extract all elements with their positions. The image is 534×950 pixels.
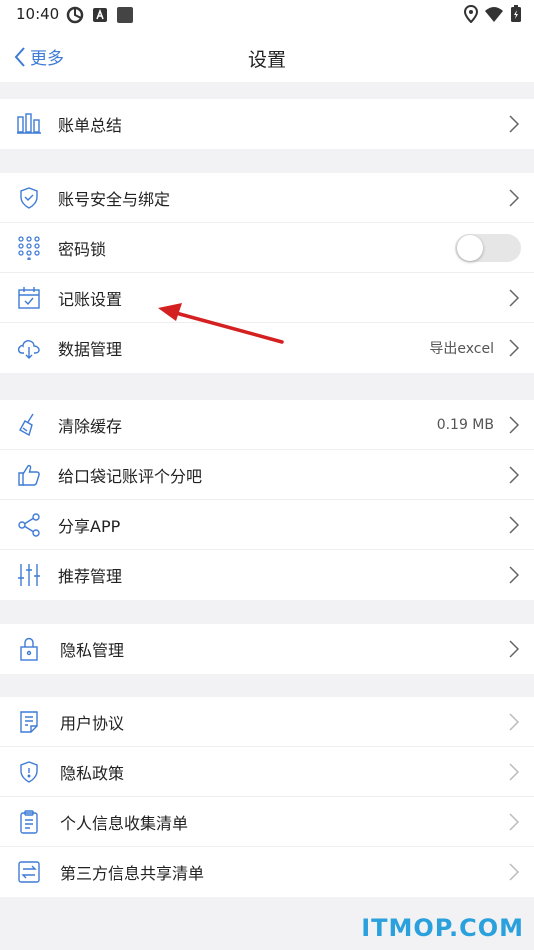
row-password-lock: 密码锁 [0,223,534,273]
chevron-right-icon [509,188,520,207]
keypad-icon [18,235,40,260]
status-time: 10:40 [16,5,60,23]
row-personal-info-list[interactable]: 个人信息收集清单 [0,797,534,847]
clipboard-icon [20,809,38,834]
chevron-right-icon [509,712,520,731]
settings-group-1: 账单总结 [0,99,534,149]
exchange-icon [18,861,40,883]
chevron-right-icon [509,115,520,133]
settings-group-4: 隐私管理 [0,624,534,674]
row-label: 用户协议 [60,713,125,733]
chevron-right-icon [509,515,520,534]
status-bar: 10:40 [0,0,534,30]
settings-group-3: 清除缓存 0.19 MB 给口袋记账评个分吧 分享APP 推荐管理 [0,400,534,600]
share-icon [18,512,40,537]
row-label: 分享APP [58,516,121,536]
document-icon [20,710,38,733]
row-value: 0.19 MB [436,416,494,433]
row-privacy-management[interactable]: 隐私管理 [0,624,534,674]
broom-icon [19,413,34,436]
font-a-icon [93,8,107,22]
nav-bar: 更多 设置 [0,30,534,82]
row-label: 清除缓存 [58,416,123,436]
shield-info-icon [20,760,38,783]
row-account-security[interactable]: 账号安全与绑定 [0,173,534,223]
row-label: 隐私管理 [60,641,125,660]
battery-icon [511,5,521,22]
watermark-logo: ITMOP.COM [361,914,524,942]
row-label: 数据管理 [58,340,123,359]
chevron-right-icon [509,415,520,434]
thumbs-up-icon [18,464,40,486]
sync-icon [66,6,84,24]
chevron-right-icon [509,465,520,484]
row-value: 导出excel [429,341,494,357]
chevron-right-icon [509,339,520,357]
cloud-download-icon [17,340,40,359]
chevron-right-icon [509,566,520,584]
row-privacy-policy[interactable]: 隐私政策 [0,747,534,797]
annotation-arrow [158,303,284,344]
row-label: 给口袋记账评个分吧 [58,466,203,486]
chevron-right-icon [509,762,520,781]
row-label: 记账设置 [58,289,123,309]
bar-chart-icon [17,113,41,134]
chevron-right-icon [509,863,520,881]
row-label: 账号安全与绑定 [58,189,171,209]
chevron-right-icon [509,640,520,658]
toggle-knob [457,234,483,261]
row-share-app[interactable]: 分享APP [0,500,534,550]
row-clear-cache[interactable]: 清除缓存 0.19 MB [0,400,534,450]
row-label: 隐私政策 [60,763,125,783]
square-icon [117,7,133,23]
status-left-icons [66,6,134,24]
sliders-icon [18,564,40,586]
row-recommend-management[interactable]: 推荐管理 [0,550,534,600]
page-title: 设置 [247,49,286,71]
row-label: 密码锁 [58,239,107,259]
calendar-check-icon [18,286,40,309]
location-icon [464,5,478,23]
chevron-right-icon [509,288,520,307]
lock-icon [20,637,38,661]
password-lock-toggle[interactable] [455,233,521,262]
row-third-party-sharing-list[interactable]: 第三方信息共享清单 [0,847,534,897]
shield-check-icon [20,186,38,209]
row-label: 推荐管理 [58,567,123,586]
row-rate-app[interactable]: 给口袋记账评个分吧 [0,450,534,500]
row-bill-summary[interactable]: 账单总结 [0,99,534,149]
row-user-agreement[interactable]: 用户协议 [0,697,534,747]
status-right-icons [464,5,522,23]
settings-group-5: 用户协议 隐私政策 个人信息收集清单 第三方信息共享清单 [0,697,534,897]
wifi-icon [485,7,503,22]
row-label: 第三方信息共享清单 [60,864,205,883]
chevron-right-icon [509,812,520,831]
row-label: 账单总结 [58,116,123,135]
row-label: 个人信息收集清单 [60,813,189,833]
